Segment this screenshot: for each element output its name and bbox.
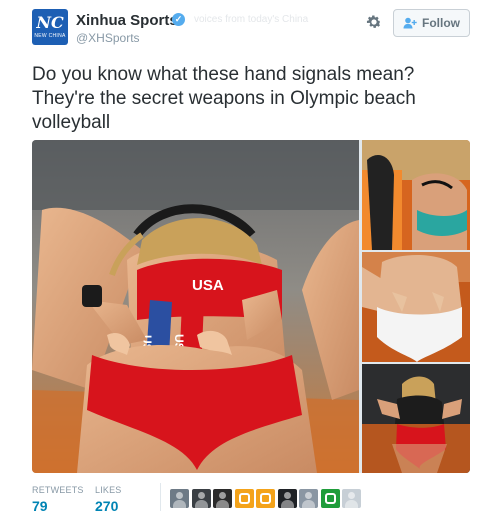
- avatar-photo-icon[interactable]: [170, 489, 189, 508]
- avatar-photo-icon[interactable]: [191, 489, 211, 508]
- retweets-label: RETWEETS: [32, 485, 84, 495]
- thumbnail-photo-3[interactable]: [362, 364, 470, 473]
- tweet-text: Do you know what these hand signals mean…: [32, 64, 416, 133]
- thumbnail-photo-1[interactable]: [362, 140, 470, 250]
- gear-icon[interactable]: [365, 13, 383, 31]
- likes-label: LIKES: [95, 485, 122, 495]
- jersey-text: USA: [192, 277, 224, 294]
- verified-badge-icon: ✓: [172, 13, 185, 26]
- user-name[interactable]: Xinhua Sports: [76, 12, 178, 29]
- watermark-text: voices from today's China: [194, 14, 309, 25]
- main-photo[interactable]: USA USA USA: [32, 140, 359, 473]
- likes-stat[interactable]: LIKES 270: [95, 485, 122, 514]
- retweets-count: 79: [32, 498, 48, 514]
- add-user-icon: [403, 17, 417, 29]
- avatar-orange-icon[interactable]: [234, 489, 254, 508]
- avatar-photo-icon[interactable]: [277, 489, 297, 508]
- follow-button-label: Follow: [422, 16, 460, 30]
- avatar-photo-icon[interactable]: [342, 489, 361, 508]
- avatar-orange-icon[interactable]: [256, 489, 275, 508]
- avatar-logo-subtext: NEW CHINA: [34, 33, 66, 39]
- avatar-photo-icon[interactable]: [213, 489, 232, 508]
- retweets-stat[interactable]: RETWEETS 79: [32, 485, 84, 514]
- tweet-media[interactable]: USA USA USA: [32, 140, 470, 473]
- stats-divider: [160, 483, 161, 511]
- tweet-card: NC NEW CHINA Xinhua Sports ✓ voices from…: [0, 0, 499, 515]
- follow-button[interactable]: Follow: [393, 9, 470, 37]
- avatar-photo-icon[interactable]: [299, 489, 318, 508]
- thumbnail-photo-2[interactable]: [362, 252, 470, 362]
- avatar-logo-text: NC: [36, 13, 64, 32]
- profile-avatar[interactable]: NC NEW CHINA: [32, 9, 68, 45]
- user-handle[interactable]: @XHSports: [76, 31, 140, 45]
- avatar-green-icon[interactable]: [320, 489, 340, 508]
- likes-count: 270: [95, 498, 119, 514]
